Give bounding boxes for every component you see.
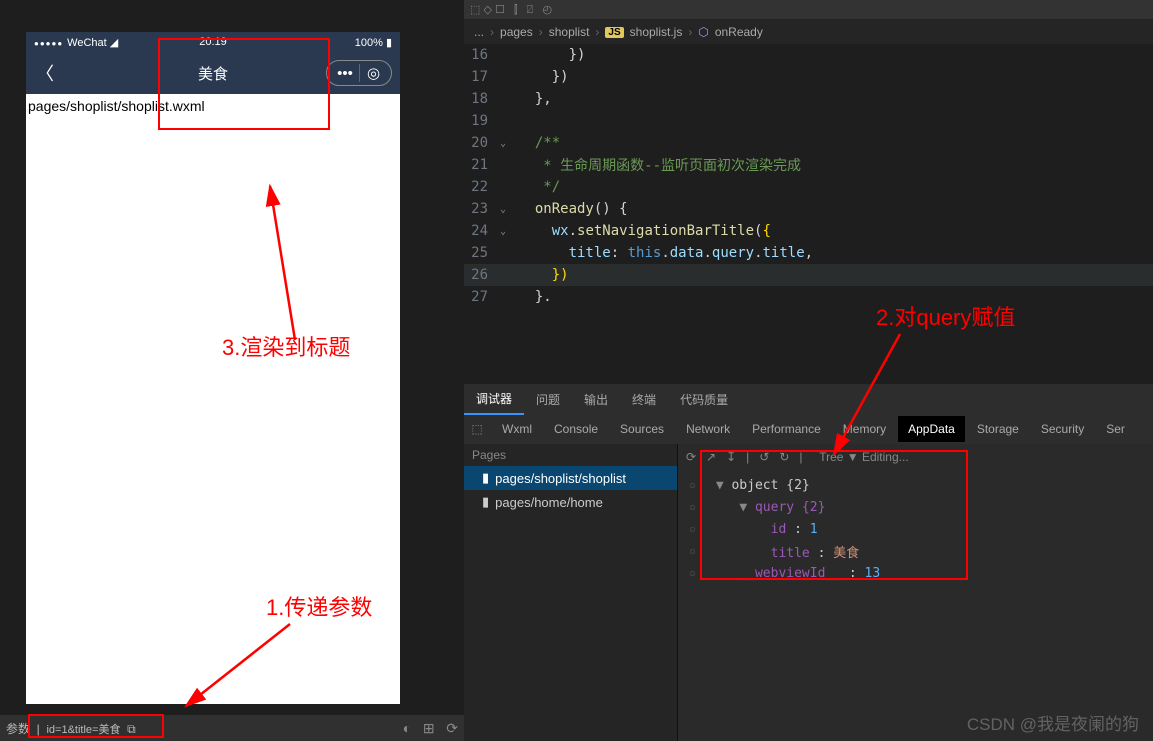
appdata-view: ⟳ ↗ ↧ | ↺ ↻ | Tree ▼ Editing... ▫ ▼ obje… [678,444,1153,741]
right-pane: ⬚ ◇ ☐ ⫿ ⍁ ◴ ...› pages› shoplist› JS sho… [464,0,1153,741]
phone-nav-bar: 〈 美食 •••◎ [26,52,400,94]
appdata-toolbar[interactable]: ⟳ ↗ ↧ | ↺ ↻ | Tree ▼ Editing... [678,444,1153,470]
phone-simulator: WeChat 20:19 100% 〈 美食 •••◎ pages/shopli… [26,32,400,704]
line-num: 16 [464,47,500,63]
status-battery: 100% [355,36,392,49]
body-text: pages/shoplist/shoplist.wxml [28,98,398,114]
pages-panel: Pages ▮ pages/shoplist/shoplist ▮ pages/… [464,444,678,741]
bc-fn[interactable]: onReady [715,25,763,39]
editor-top-icons[interactable]: ⬚ ◇ ☐ ⫿ ⍁ ◴ [464,0,1153,20]
bc-folder[interactable]: shoplist [549,25,590,39]
pages-header: Pages [464,444,677,466]
bc-pages[interactable]: pages [500,25,533,39]
back-icon[interactable]: 〈 [36,60,54,86]
bc-file[interactable]: shoplist.js [630,25,683,39]
tool-security[interactable]: Security [1031,416,1094,442]
left-pane: WeChat 20:19 100% 〈 美食 •••◎ pages/shopli… [0,0,464,741]
tool-sources[interactable]: Sources [610,416,674,442]
tool-performance[interactable]: Performance [742,416,831,442]
js-icon: JS [605,27,623,38]
params-value: id=1&title=美食 [46,724,120,736]
watermark: CSDN @我是夜阑的狗 [967,710,1139,735]
phone-body: pages/shoplist/shoplist.wxml [26,94,400,118]
tab-codequality[interactable]: 代码质量 [668,385,740,414]
tool-appdata[interactable]: AppData [898,416,965,442]
nav-title: 美食 [198,63,228,84]
tool-console[interactable]: Console [544,416,608,442]
phone-status-bar: WeChat 20:19 100% [26,32,400,52]
tool-storage[interactable]: Storage [967,416,1029,442]
breadcrumb[interactable]: ...› pages› shoplist› JS shoplist.js› ⬡ … [464,20,1153,44]
tool-network[interactable]: Network [676,416,740,442]
tab-output[interactable]: 输出 [572,385,620,414]
debugger-panel: 调试器 问题 输出 终端 代码质量 ⬚ Wxml Console Sources… [464,384,1153,741]
tab-debugger[interactable]: 调试器 [464,384,524,415]
tool-memory[interactable]: Memory [833,416,896,442]
capsule-button[interactable]: •••◎ [326,60,392,86]
appdata-tree[interactable]: ▫ ▼ object {2} ▫ ▼ query {2} ▫ id : 1 ▫ … [678,470,1153,588]
page-item[interactable]: ▮ pages/home/home [464,490,677,514]
debugger-terminal-tabs[interactable]: 调试器 问题 输出 终端 代码质量 [464,384,1153,414]
carrier: WeChat [34,36,118,49]
cube-icon: ⬡ [698,25,708,39]
page-item[interactable]: ▮ pages/shoplist/shoplist [464,466,677,490]
code-editor[interactable]: 16 }) 17 }) 18 }, 19 20⌄ /** 21 * 生命周期函数… [464,44,1153,308]
params-label: 参数 [6,722,30,736]
debugger-toolbar[interactable]: ⬚ Wxml Console Sources Network Performan… [464,414,1153,444]
tool-more[interactable]: Ser [1096,416,1135,442]
tab-problems[interactable]: 问题 [524,385,572,414]
code: }) [518,47,585,63]
tab-terminal[interactable]: 终端 [620,385,668,414]
bottom-right-icons[interactable]: ◐ ⊞ ⟳ [403,720,458,737]
status-time: 20:19 [199,36,227,48]
simulator-bottom-bar: 参数 | id=1&title=美食 ⧉ ◐ ⊞ ⟳ [0,715,464,741]
bc-root[interactable]: ... [474,25,484,39]
inspect-icon[interactable]: ⬚ [464,422,490,436]
tool-wxml[interactable]: Wxml [492,416,542,442]
